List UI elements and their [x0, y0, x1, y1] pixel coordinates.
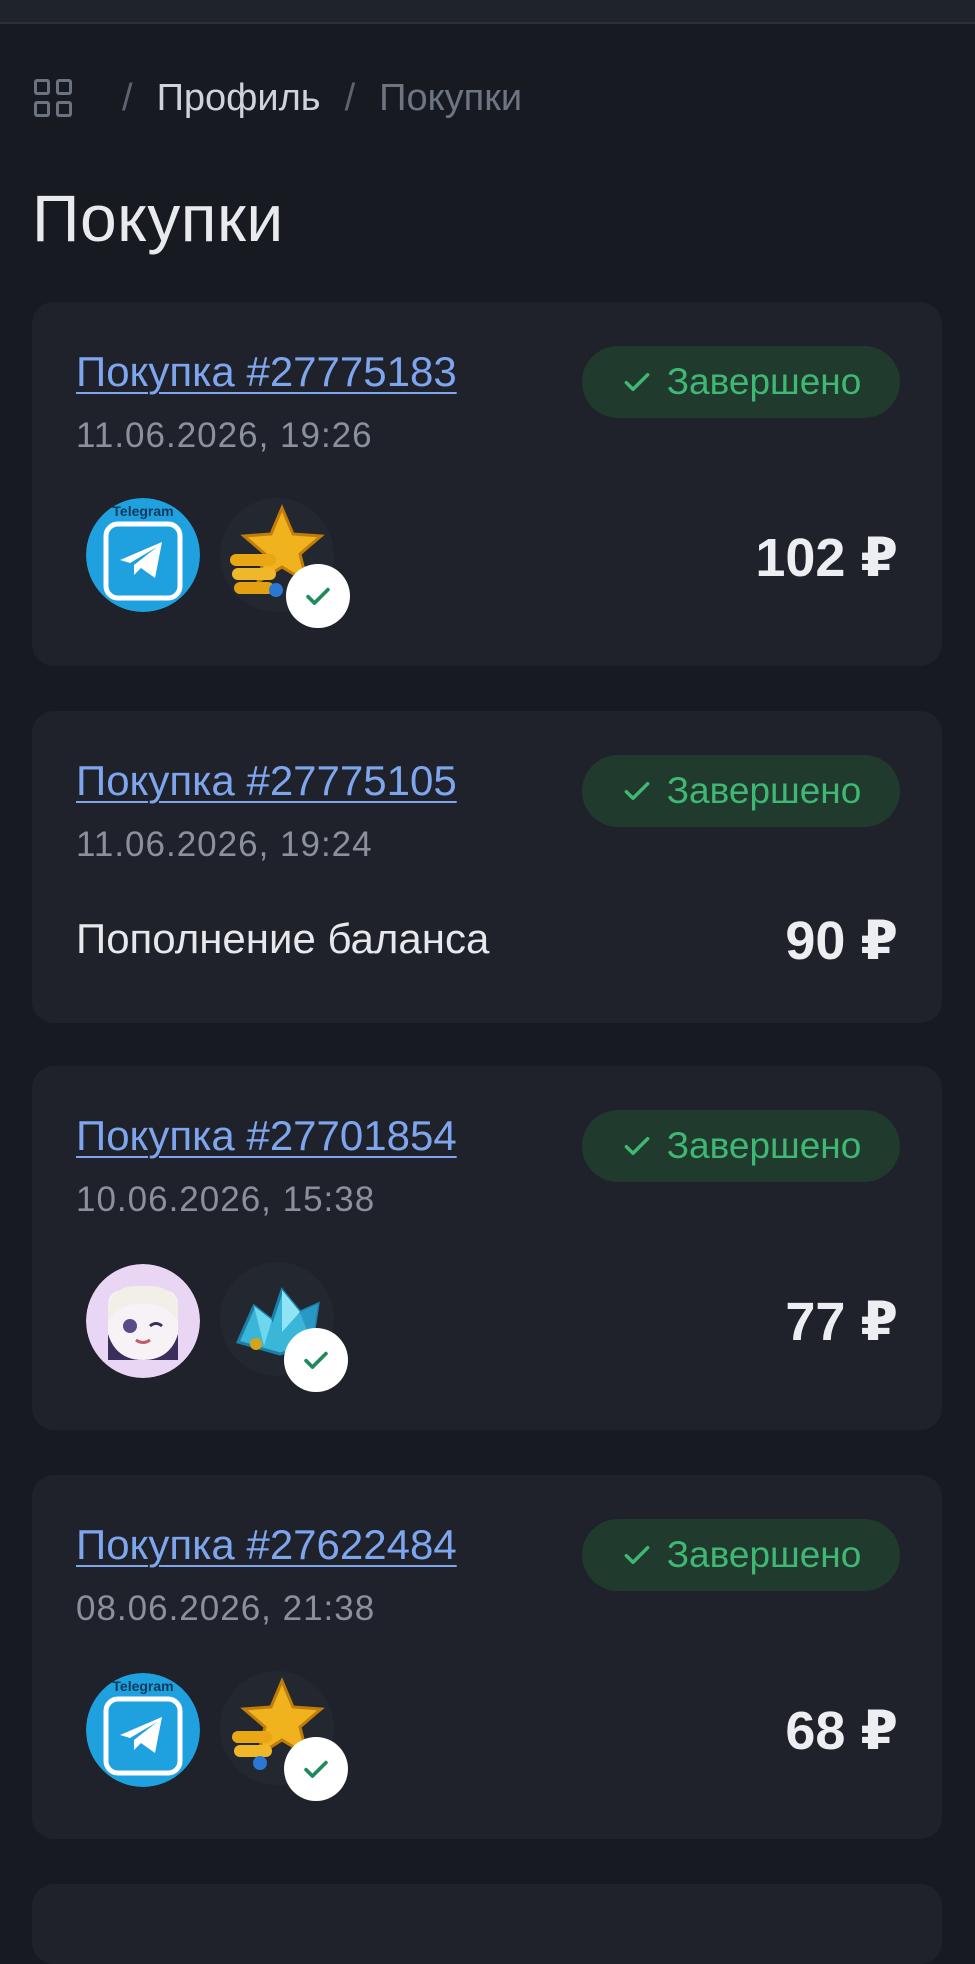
breadcrumb-separator: /	[344, 76, 356, 119]
check-icon	[284, 1328, 348, 1392]
purchase-price: 68 ₽	[785, 1701, 898, 1761]
page-title: Покупки	[32, 181, 284, 255]
telegram-icon: Telegram	[86, 498, 200, 612]
breadcrumb-separator: /	[122, 76, 133, 119]
purchase-date: 10.06.2026, 15:38	[76, 1180, 376, 1219]
grid-icon[interactable]	[34, 79, 72, 117]
checkmark-icon	[624, 1136, 650, 1156]
telegram-icon: Telegram	[86, 1673, 200, 1787]
purchase-link[interactable]: Покупка #27622484	[76, 1521, 457, 1569]
status-text: Завершено	[666, 770, 862, 811]
check-icon	[286, 564, 350, 628]
purchase-date: 11.06.2026, 19:24	[76, 825, 373, 864]
purchase-date: 08.06.2026, 21:38	[76, 1589, 376, 1628]
anime-character-icon	[86, 1264, 200, 1378]
status-badge: Завершено	[582, 755, 900, 827]
purchase-link[interactable]: Покупка #27775183	[76, 348, 457, 396]
top-bar	[0, 0, 975, 24]
breadcrumb: / Профиль / Покупки	[34, 72, 522, 124]
checkmark-icon	[624, 372, 650, 392]
purchase-description: Пополнение баланса	[76, 915, 490, 962]
purchase-card: Покупка #27775105 11.06.2026, 19:24 Заве…	[32, 711, 942, 1023]
breadcrumb-current: Покупки	[379, 76, 523, 119]
purchase-link[interactable]: Покупка #27701854	[76, 1112, 457, 1160]
checkmark-icon	[624, 781, 650, 801]
status-text: Завершено	[666, 361, 862, 402]
purchase-link[interactable]: Покупка #27775105	[76, 757, 457, 805]
check-icon	[284, 1737, 348, 1801]
purchase-date: 11.06.2026, 19:26	[76, 416, 373, 455]
status-text: Завершено	[666, 1534, 862, 1575]
checkmark-icon	[624, 1545, 650, 1565]
purchase-price: 77 ₽	[785, 1292, 898, 1352]
purchase-price: 90 ₽	[785, 911, 898, 971]
status-text: Завершено	[666, 1125, 862, 1166]
purchase-card	[32, 1884, 942, 1964]
purchase-card: Покупка #27775183 11.06.2026, 19:26 Заве…	[32, 302, 942, 666]
status-badge: Завершено	[582, 1519, 900, 1591]
status-badge: Завершено	[582, 1110, 900, 1182]
telegram-label: Telegram	[112, 1678, 173, 1694]
purchase-card: Покупка #27622484 08.06.2026, 21:38 Заве…	[32, 1475, 942, 1839]
purchase-card: Покупка #27701854 10.06.2026, 15:38 Заве…	[32, 1066, 942, 1430]
telegram-label: Telegram	[112, 503, 173, 519]
purchase-price: 102 ₽	[755, 528, 898, 588]
breadcrumb-profile-link[interactable]: Профиль	[157, 77, 321, 120]
status-badge: Завершено	[582, 346, 900, 418]
